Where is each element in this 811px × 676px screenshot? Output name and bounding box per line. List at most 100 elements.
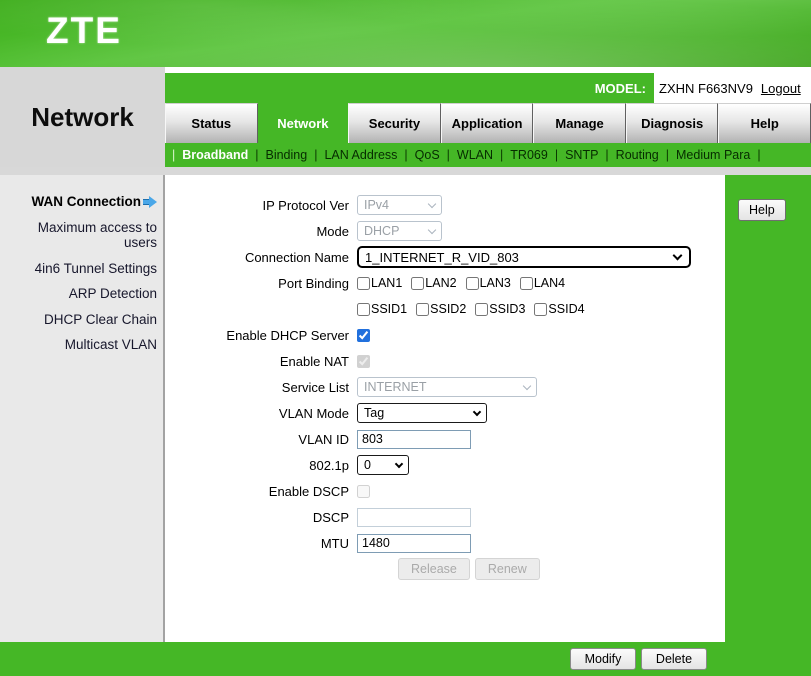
- footer-bar: Modify Delete: [0, 642, 811, 676]
- connection-name-select[interactable]: 1_INTERNET_R_VID_803: [357, 246, 691, 268]
- modify-button[interactable]: Modify: [570, 648, 636, 670]
- model-value: ZXHN F663NV9: [659, 81, 753, 96]
- page-title: Network: [31, 102, 134, 133]
- page-title-area: Network: [0, 67, 165, 167]
- form-row-port-binding-lan: Port Binding LAN1 LAN2 LAN3 LAN4: [165, 273, 725, 293]
- release-button: Release: [398, 558, 470, 580]
- sidebar-item-arp-detection[interactable]: ARP Detection: [0, 281, 163, 307]
- tab-manage[interactable]: Manage: [533, 103, 626, 143]
- ssid2-checkbox[interactable]: SSID2: [416, 302, 466, 316]
- subnav-item-wlan[interactable]: WLAN: [457, 148, 493, 162]
- form-row-port-binding-ssid: SSID1 SSID2 SSID3 SSID4: [165, 299, 725, 319]
- ssid4-checkbox[interactable]: SSID4: [534, 302, 584, 316]
- wan-connection-form: IP Protocol Ver IPv4 Mode DHCP Connectio…: [165, 175, 725, 642]
- subnav-divider: |: [404, 148, 407, 162]
- mtu-input[interactable]: [357, 534, 471, 553]
- top-banner: ZTE: [0, 0, 811, 67]
- subnav: | Broadband | Binding | LAN Address | Qo…: [165, 143, 811, 167]
- sidebar-item-4in6-tunnel-settings[interactable]: 4in6 Tunnel Settings: [0, 256, 163, 282]
- ssid2-checkbox-input[interactable]: [416, 303, 429, 316]
- tab-help[interactable]: Help: [718, 103, 811, 143]
- chevron-down-icon: [473, 407, 481, 415]
- subnav-item-broadband[interactable]: Broadband: [182, 148, 248, 162]
- form-row-connection-name: Connection Name 1_INTERNET_R_VID_803: [165, 247, 725, 267]
- port-binding-label: Port Binding: [165, 276, 357, 291]
- form-row-dscp: DSCP: [165, 507, 725, 527]
- lan1-checkbox[interactable]: LAN1: [357, 276, 402, 290]
- tab-security[interactable]: Security: [348, 103, 441, 143]
- tab-application[interactable]: Application: [441, 103, 534, 143]
- 8021p-label: 802.1p: [165, 458, 357, 473]
- help-button[interactable]: Help: [738, 199, 786, 221]
- lan4-checkbox[interactable]: LAN4: [520, 276, 565, 290]
- content-area: WAN Connection Maximum access to users 4…: [0, 175, 811, 642]
- ip-protocol-label: IP Protocol Ver: [165, 198, 357, 213]
- ip-protocol-select-value: IPv4: [364, 198, 389, 212]
- service-list-label: Service List: [165, 380, 357, 395]
- 8021p-select[interactable]: 0: [357, 455, 409, 475]
- chevron-down-icon: [428, 225, 436, 233]
- lan2-checkbox[interactable]: LAN2: [411, 276, 456, 290]
- form-row-release-renew: Release Renew: [165, 559, 725, 579]
- subnav-item-lan-address[interactable]: LAN Address: [324, 148, 397, 162]
- vlan-id-input[interactable]: [357, 430, 471, 449]
- ssid1-checkbox[interactable]: SSID1: [357, 302, 407, 316]
- mtu-label: MTU: [165, 536, 357, 551]
- model-strip: MODEL: ZXHN F663NV9 Logout: [165, 73, 811, 103]
- sidebar-item-maximum-access-to-users[interactable]: Maximum access to users: [0, 215, 163, 256]
- lan3-checkbox[interactable]: LAN3: [466, 276, 511, 290]
- model-label: MODEL:: [165, 73, 654, 103]
- subnav-divider: |: [447, 148, 450, 162]
- lan4-checkbox-input[interactable]: [520, 277, 533, 290]
- sidebar-item-dhcp-clear-chain[interactable]: DHCP Clear Chain: [0, 307, 163, 333]
- vlan-mode-select[interactable]: Tag: [357, 403, 487, 423]
- lan1-label: LAN1: [371, 276, 402, 290]
- mode-label: Mode: [165, 224, 357, 239]
- delete-button[interactable]: Delete: [641, 648, 707, 670]
- sidebar-item-wan-connection[interactable]: WAN Connection: [0, 189, 163, 215]
- subnav-item-sntp[interactable]: SNTP: [565, 148, 598, 162]
- form-row-vlan-mode: VLAN Mode Tag: [165, 403, 725, 423]
- subnav-item-routing[interactable]: Routing: [616, 148, 659, 162]
- ssid3-checkbox-input[interactable]: [475, 303, 488, 316]
- enable-dscp-checkbox: [357, 485, 370, 498]
- ssid4-checkbox-input[interactable]: [534, 303, 547, 316]
- subnav-item-qos[interactable]: QoS: [415, 148, 440, 162]
- enable-dscp-label: Enable DSCP: [165, 484, 357, 499]
- lan1-checkbox-input[interactable]: [357, 277, 370, 290]
- form-row-enable-dhcp: Enable DHCP Server: [165, 325, 725, 345]
- ssid1-checkbox-input[interactable]: [357, 303, 370, 316]
- lan3-label: LAN3: [480, 276, 511, 290]
- subnav-divider: |: [757, 148, 760, 162]
- enable-dhcp-checkbox[interactable]: [357, 329, 370, 342]
- logout-link[interactable]: Logout: [761, 81, 801, 96]
- tab-network[interactable]: Network: [258, 103, 349, 143]
- subnav-divider: |: [666, 148, 669, 162]
- tab-status[interactable]: Status: [165, 103, 258, 143]
- enable-dhcp-label: Enable DHCP Server: [165, 328, 357, 343]
- chevron-down-icon: [428, 199, 436, 207]
- vlan-mode-label: VLAN Mode: [165, 406, 357, 421]
- subnav-item-binding[interactable]: Binding: [265, 148, 307, 162]
- ssid3-checkbox[interactable]: SSID3: [475, 302, 525, 316]
- chevron-down-icon: [523, 381, 531, 389]
- chevron-down-icon: [673, 251, 683, 261]
- tab-diagnosis[interactable]: Diagnosis: [626, 103, 719, 143]
- lan2-checkbox-input[interactable]: [411, 277, 424, 290]
- sidebar-item-multicast-vlan[interactable]: Multicast VLAN: [0, 332, 163, 358]
- form-row-enable-nat: Enable NAT: [165, 351, 725, 371]
- subnav-item-tr069[interactable]: TR069: [510, 148, 548, 162]
- form-row-ip-protocol: IP Protocol Ver IPv4: [165, 195, 725, 215]
- enable-nat-label: Enable NAT: [165, 354, 357, 369]
- enable-nat-checkbox: [357, 355, 370, 368]
- dscp-input: [357, 508, 471, 527]
- ip-protocol-select: IPv4: [357, 195, 442, 215]
- subnav-item-medium-para[interactable]: Medium Para: [676, 148, 750, 162]
- form-row-mtu: MTU: [165, 533, 725, 553]
- service-list-select: INTERNET: [357, 377, 537, 397]
- service-list-select-value: INTERNET: [364, 380, 427, 394]
- subnav-divider: |: [555, 148, 558, 162]
- main-tabs: Status Network Security Application Mana…: [165, 103, 811, 143]
- lan3-checkbox-input[interactable]: [466, 277, 479, 290]
- ssid1-label: SSID1: [371, 302, 407, 316]
